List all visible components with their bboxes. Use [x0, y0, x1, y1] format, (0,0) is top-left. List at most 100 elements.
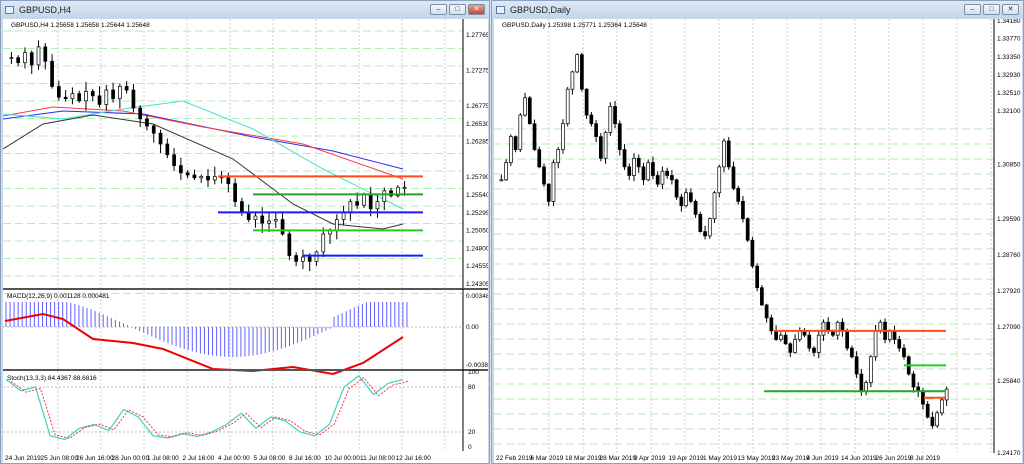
bear-candle — [807, 334, 812, 349]
bear-candle — [760, 287, 764, 306]
bear-candle — [726, 140, 731, 168]
bear-candle — [698, 213, 703, 232]
bull-candle — [551, 162, 556, 202]
bear-candle — [655, 175, 660, 185]
price-label: 1.27275 — [466, 67, 488, 74]
bear-candle — [77, 93, 82, 102]
time-label: 13 May 2019 — [738, 455, 776, 462]
daily-chart-canvas[interactable]: GBPUSD,Daily 1.25398 1.25771 1.25364 1.2… — [494, 19, 1022, 463]
time-label: 18 Mar 2019 — [565, 455, 602, 462]
bear-candle — [246, 212, 251, 220]
bull-candle — [267, 220, 271, 224]
bear-candle — [145, 118, 149, 127]
bear-candle — [307, 256, 312, 262]
bear-candle — [111, 89, 115, 100]
bear-candle — [165, 143, 170, 156]
bear-candle — [788, 343, 793, 353]
bear-candle — [185, 172, 190, 176]
window-title: GBPUSD,Daily — [510, 4, 571, 15]
time-label: 19 Apr 2019 — [669, 455, 704, 462]
bull-candle — [684, 192, 688, 207]
price-label: 1.26530 — [466, 121, 488, 128]
price-label: 1.24800 — [466, 245, 488, 252]
bear-candle — [287, 233, 292, 256]
minimize-button[interactable]: – — [430, 4, 447, 15]
stoch-tick: 100 — [468, 369, 479, 376]
bear-candle — [812, 347, 816, 353]
bull-candle — [575, 54, 580, 73]
bear-candle — [138, 107, 143, 120]
bull-candle — [603, 131, 608, 159]
bear-candle — [179, 165, 183, 174]
time-label: 1 Jul 08:00 — [147, 455, 179, 462]
bull-candle — [504, 162, 508, 181]
macd-label: MACD(12,26,9) 0.001128 0.000481 — [7, 293, 110, 300]
bear-candle — [172, 154, 176, 166]
bull-candle — [334, 219, 339, 231]
bear-candle — [613, 106, 617, 125]
time-label: 10 Jul 00:00 — [325, 455, 361, 462]
bear-candle — [902, 347, 906, 358]
bear-candle — [532, 123, 537, 150]
bear-candle — [670, 175, 674, 181]
minimize-button[interactable]: – — [964, 4, 981, 15]
chart-window-icon — [5, 5, 14, 14]
price-label: 1.24555 — [466, 263, 488, 270]
bear-candle — [513, 136, 518, 150]
daily-chart-window[interactable]: GBPUSD,Daily – □ ✕ GBPUSD,Daily 1.25398 1.… — [491, 0, 1024, 464]
h4-chart-canvas[interactable]: GBPUSD,H4 1.25658 1.25658 1.25644 1.2564… — [3, 19, 488, 463]
close-button[interactable]: ✕ — [468, 4, 485, 15]
bear-candle — [594, 123, 598, 138]
chart-header: GBPUSD,H4 1.25658 1.25658 1.25644 1.2564… — [11, 22, 150, 29]
bear-candle — [90, 91, 95, 97]
bear-candle — [294, 255, 298, 262]
price-label: 1.33350 — [997, 54, 1021, 61]
time-label: 28 Mar 2019 — [600, 455, 637, 462]
bear-candle — [755, 265, 760, 289]
bear-candle — [840, 321, 845, 332]
bull-candle — [835, 321, 840, 336]
price-label: 1.30850 — [997, 162, 1021, 169]
bear-candle — [260, 215, 265, 224]
bear-candle — [627, 166, 632, 176]
bear-candle — [43, 46, 48, 62]
bull-candle — [253, 215, 258, 220]
bear-candle — [703, 231, 707, 237]
h4-chart-window[interactable]: GBPUSD,H4 – □ ✕ GBPUSD,H4 1.25658 1.25658 … — [0, 0, 490, 464]
bull-candle — [868, 356, 873, 384]
bear-candle — [542, 166, 546, 185]
bear-candle — [280, 219, 285, 235]
bull-candle — [797, 330, 802, 340]
bull-candle — [314, 251, 319, 262]
bull-candle — [518, 114, 523, 150]
time-label: 12 Jul 16:00 — [396, 455, 432, 462]
time-label: 8 Jul 2019 — [910, 455, 940, 462]
bear-candle — [731, 166, 736, 189]
bear-candle — [745, 218, 750, 241]
bear-candle — [233, 183, 237, 202]
time-label: 5 Jul 08:00 — [254, 455, 286, 462]
bear-candle — [750, 239, 755, 267]
bear-candle — [192, 174, 197, 179]
title-bar[interactable]: GBPUSD,H4 – □ ✕ — [1, 1, 489, 18]
price-label: 1.28760 — [997, 252, 1021, 259]
bear-candle — [226, 177, 231, 184]
bear-candle — [925, 403, 930, 418]
close-button[interactable]: ✕ — [1002, 4, 1019, 15]
bear-candle — [930, 416, 935, 427]
maximize-button[interactable]: □ — [449, 4, 466, 15]
bull-candle — [375, 201, 380, 210]
bull-candle — [382, 190, 387, 202]
bull-candle — [199, 176, 204, 179]
price-label: 1.24305 — [466, 281, 488, 288]
macd-zero: 0.00 — [466, 324, 479, 331]
bear-candle — [693, 201, 698, 215]
time-label: 22 Feb 2019 — [496, 455, 533, 462]
bull-candle — [935, 412, 940, 427]
bear-candle — [850, 347, 854, 358]
title-bar[interactable]: GBPUSD,Daily – □ ✕ — [492, 1, 1023, 18]
chart-window-icon — [496, 5, 505, 14]
maximize-button[interactable]: □ — [983, 4, 1000, 15]
bear-candle — [859, 373, 864, 392]
stoch-tick: 80 — [468, 384, 476, 391]
